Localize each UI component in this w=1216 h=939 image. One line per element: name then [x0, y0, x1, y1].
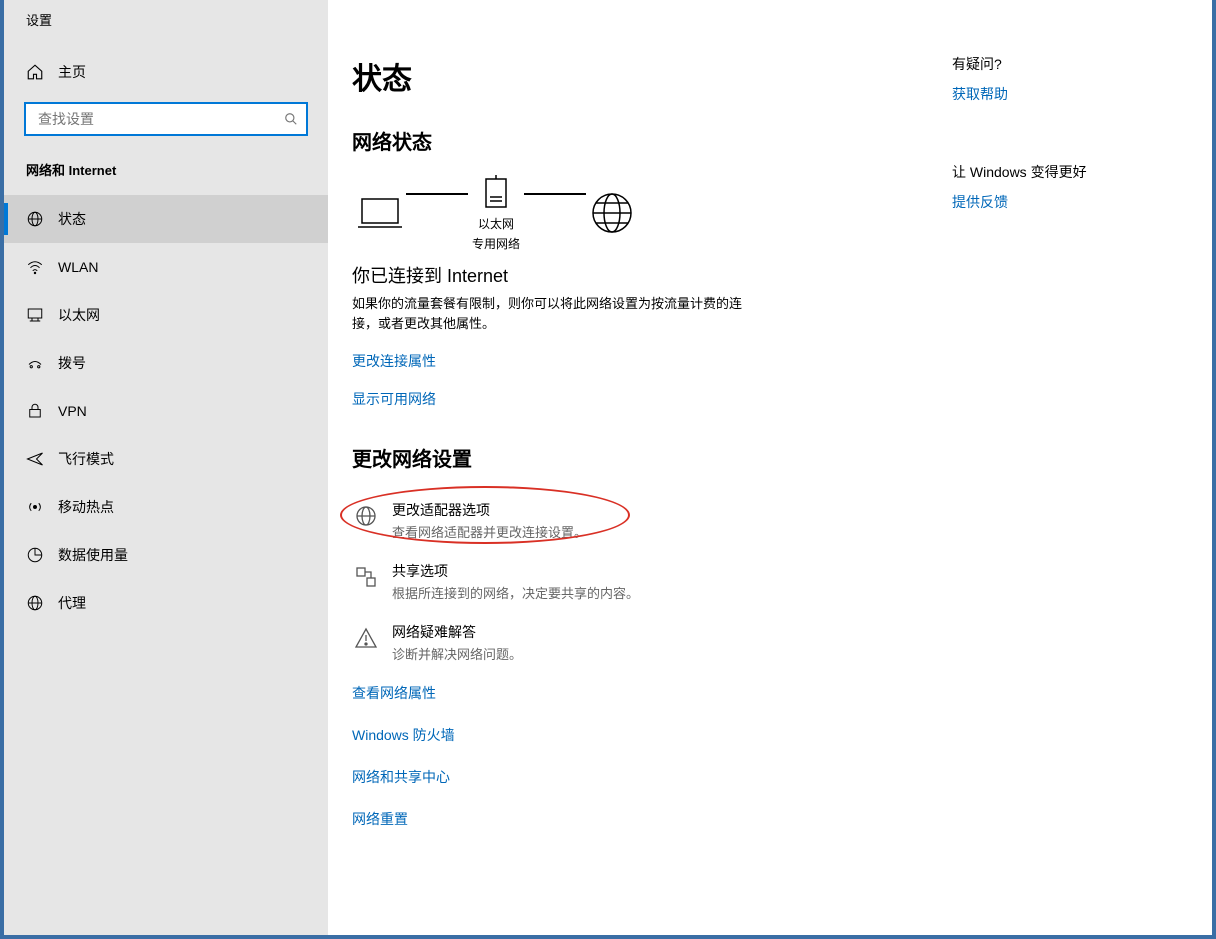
home-icon [26, 63, 44, 81]
network-diagram: 以太网 专用网络 [352, 173, 912, 252]
network-troubleshooter[interactable]: 网络疑难解答 诊断并解决网络问题。 [352, 612, 912, 673]
main-content: 状态 网络状态 以太网 专用网络 你已连接到 Internet 如果你的流量套餐… [328, 0, 1212, 935]
change-adapter-options[interactable]: 更改适配器选项 查看网络适配器并更改连接设置。 [352, 490, 912, 551]
option-subtitle: 根据所连接到的网络，决定要共享的内容。 [392, 583, 639, 602]
sidebar-nav: 状态 WLAN 以太网 拨号 [4, 195, 328, 627]
sidebar-item-label: 飞行模式 [58, 449, 114, 469]
dialup-icon [26, 354, 44, 372]
window-title: 设置 [26, 10, 52, 29]
troubleshoot-icon [352, 624, 380, 652]
sidebar-item-label: 数据使用量 [58, 545, 128, 565]
hotspot-icon [26, 498, 44, 516]
home-button[interactable]: 主页 [4, 50, 328, 94]
search-icon [284, 112, 298, 126]
home-label: 主页 [58, 62, 86, 82]
question-heading: 有疑问? [952, 54, 1152, 74]
get-help-link[interactable]: 获取帮助 [952, 84, 1152, 104]
sidebar-item-label: WLAN [58, 259, 98, 275]
router-node: 以太网 专用网络 [472, 173, 520, 252]
sidebar-item-label: 状态 [58, 209, 86, 229]
sidebar-item-wlan[interactable]: WLAN [4, 243, 328, 291]
sidebar-item-proxy[interactable]: 代理 [4, 579, 328, 627]
search-box [24, 102, 308, 136]
network-status-heading: 网络状态 [352, 126, 912, 155]
sidebar-item-data-usage[interactable]: 数据使用量 [4, 531, 328, 579]
sidebar-item-label: 以太网 [58, 305, 100, 325]
ethernet-icon [26, 306, 44, 324]
windows-firewall-link[interactable]: Windows 防火墙 [352, 725, 912, 745]
option-title: 更改适配器选项 [392, 500, 587, 520]
sidebar-item-airplane[interactable]: 飞行模式 [4, 435, 328, 483]
feedback-link[interactable]: 提供反馈 [952, 192, 1152, 212]
network-sharing-center-link[interactable]: 网络和共享中心 [352, 767, 912, 787]
sharing-icon [352, 563, 380, 591]
connection-line [406, 193, 468, 195]
change-network-settings-heading: 更改网络设置 [352, 443, 912, 472]
sidebar-item-dialup[interactable]: 拨号 [4, 339, 328, 387]
sharing-options[interactable]: 共享选项 根据所连接到的网络，决定要共享的内容。 [352, 551, 912, 612]
sidebar-item-label: 拨号 [58, 353, 86, 373]
sidebar-item-hotspot[interactable]: 移动热点 [4, 483, 328, 531]
wifi-icon [26, 258, 44, 276]
network-reset-link[interactable]: 网络重置 [352, 809, 912, 829]
sidebar-item-status[interactable]: 状态 [4, 195, 328, 243]
proxy-icon [26, 594, 44, 612]
pc-node [358, 193, 402, 233]
change-connection-properties-link[interactable]: 更改连接属性 [352, 351, 912, 371]
option-subtitle: 诊断并解决网络问题。 [392, 644, 522, 663]
sidebar-item-label: 代理 [58, 593, 86, 613]
adapter-icon [352, 502, 380, 530]
page-title: 状态 [352, 54, 912, 98]
option-title: 共享选项 [392, 561, 639, 581]
vpn-icon [26, 402, 44, 420]
search-input[interactable] [24, 102, 308, 136]
show-available-networks-link[interactable]: 显示可用网络 [352, 389, 912, 409]
view-network-properties-link[interactable]: 查看网络属性 [352, 683, 912, 703]
option-title: 网络疑难解答 [392, 622, 522, 642]
connected-heading: 你已连接到 Internet [352, 262, 912, 288]
right-pane: 有疑问? 获取帮助 让 Windows 变得更好 提供反馈 [952, 54, 1152, 911]
sidebar-section-title: 网络和 Internet [4, 150, 328, 189]
improve-heading: 让 Windows 变得更好 [952, 162, 1152, 182]
sidebar: 主页 网络和 Internet 状态 WLAN [4, 0, 328, 935]
globe-icon [26, 210, 44, 228]
sidebar-item-label: VPN [58, 403, 87, 419]
airplane-icon [26, 450, 44, 468]
sidebar-item-vpn[interactable]: VPN [4, 387, 328, 435]
sidebar-item-label: 移动热点 [58, 497, 114, 517]
router-caption-bottom: 专用网络 [472, 237, 520, 253]
connection-line [524, 193, 586, 195]
router-caption-top: 以太网 [478, 217, 514, 233]
option-subtitle: 查看网络适配器并更改连接设置。 [392, 522, 587, 541]
connected-description: 如果你的流量套餐有限制，则你可以将此网络设置为按流量计费的连接，或者更改其他属性… [352, 294, 762, 333]
data-usage-icon [26, 546, 44, 564]
internet-node [590, 191, 634, 235]
sidebar-item-ethernet[interactable]: 以太网 [4, 291, 328, 339]
